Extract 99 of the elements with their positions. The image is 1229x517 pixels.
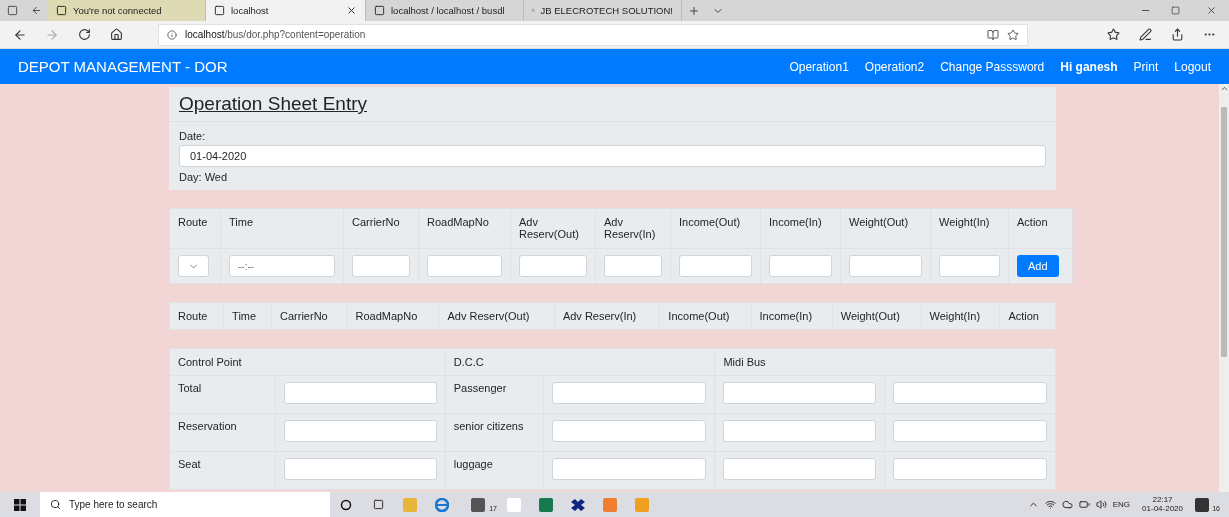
app-icon[interactable] [539, 497, 553, 512]
column-header: Adv Reserv(In) [595, 208, 671, 249]
column-header: D.C.C [445, 348, 715, 376]
column-header: Adv Reserv(In) [554, 302, 660, 330]
tab-preview-icon[interactable] [6, 5, 18, 16]
row-label: luggage [445, 451, 544, 490]
star-icon[interactable] [1007, 28, 1019, 41]
nav-link[interactable]: Logout [1174, 59, 1211, 74]
clock[interactable]: 22:17 01-04-2020 [1142, 495, 1183, 514]
browser-tab[interactable]: localhost [206, 0, 366, 21]
column-header: Midi Bus [714, 348, 1056, 376]
column-header: Adv Reserv(Out) [438, 302, 555, 330]
input-field[interactable] [551, 382, 707, 404]
column-header: Time [223, 302, 272, 330]
row-label: Seat [169, 451, 276, 490]
input-field[interactable] [723, 458, 877, 480]
nav-link[interactable]: Print [1133, 59, 1159, 74]
circle-icon[interactable] [340, 498, 352, 511]
column-header: Weight(Out) [832, 302, 922, 330]
dropbox-icon[interactable] [571, 498, 585, 511]
user-greeting[interactable]: Hi ganesh [1060, 59, 1118, 74]
home-icon[interactable] [109, 28, 123, 41]
row-label: Reservation [169, 413, 276, 452]
date-field[interactable]: 01-04-2020 [179, 145, 1046, 167]
language-indicator[interactable]: ENG [1112, 500, 1131, 509]
scroll-up-icon[interactable] [1219, 84, 1229, 93]
input-field[interactable] [283, 382, 437, 404]
day-text: Day: Wed [179, 171, 229, 183]
input-field[interactable] [352, 255, 410, 277]
column-header: Action [1008, 208, 1073, 249]
refresh-icon[interactable] [77, 28, 91, 41]
column-header: CarrierNo [343, 208, 419, 249]
column-header: Time [220, 208, 344, 249]
input-field[interactable] [283, 458, 437, 480]
input-field[interactable] [893, 382, 1047, 404]
column-header: Weight(Out) [840, 208, 931, 249]
scrollbar[interactable] [1219, 84, 1229, 492]
column-header: Adv Reserv(Out) [510, 208, 596, 249]
row-label: Passenger [445, 375, 544, 414]
input-field[interactable] [723, 382, 877, 404]
add-button[interactable]: Add [1017, 255, 1059, 277]
reading-view-icon[interactable] [987, 28, 999, 41]
input-field[interactable] [849, 255, 922, 277]
app-icon[interactable] [603, 497, 617, 512]
input-field[interactable] [551, 458, 707, 480]
brand-title: DEPOT MANAGEMENT - DOR [18, 58, 229, 75]
input-field[interactable] [283, 420, 437, 442]
new-tab-icon[interactable] [688, 4, 700, 17]
back-icon[interactable] [13, 27, 27, 42]
info-icon [167, 29, 177, 40]
nav-link[interactable]: Operation1 [789, 59, 849, 74]
input-field[interactable] [769, 255, 832, 277]
forward-icon[interactable] [45, 27, 59, 42]
share-icon[interactable] [1170, 28, 1184, 41]
nav-link[interactable]: Operation2 [864, 59, 925, 74]
input-field[interactable] [604, 255, 662, 277]
column-header: Route [169, 208, 221, 249]
network-icon[interactable] [1044, 499, 1056, 510]
column-header: Income(In) [760, 208, 841, 249]
windows-logo-icon[interactable] [14, 498, 26, 511]
column-header: Income(Out) [659, 302, 752, 330]
column-header: Weight(In) [930, 208, 1009, 249]
close-icon[interactable] [346, 5, 357, 16]
column-header: CarrierNo [271, 302, 347, 330]
volume-icon[interactable] [1095, 499, 1107, 510]
column-header: Route [169, 302, 224, 330]
row-label: Total [169, 375, 276, 414]
row-label: senior citizens [445, 413, 544, 452]
favorites-icon[interactable] [1106, 28, 1120, 41]
column-header: RoadMapNo [347, 302, 439, 330]
column-header: RoadMapNo [418, 208, 511, 249]
input-field[interactable] [519, 255, 587, 277]
input-field[interactable] [939, 255, 1000, 277]
address-field[interactable]: localhost/bus/dor.php?content=operation [158, 23, 1028, 46]
task-view-icon[interactable] [372, 499, 384, 510]
column-header: Control Point [169, 348, 446, 376]
browser-e-icon[interactable] [435, 497, 449, 512]
input-field[interactable] [723, 420, 877, 442]
input-field[interactable] [551, 420, 707, 442]
column-header: Income(Out) [670, 208, 761, 249]
close-icon[interactable] [1205, 5, 1217, 16]
pen-icon[interactable] [1138, 28, 1152, 41]
time-field[interactable]: --:-- [229, 255, 335, 277]
date-label: Date: [179, 130, 207, 142]
column-header: Income(In) [751, 302, 833, 330]
taskbar-search-field[interactable]: Type here to search [40, 492, 330, 517]
cloud-icon[interactable] [1061, 499, 1073, 510]
input-field[interactable] [893, 420, 1047, 442]
search-icon [50, 499, 61, 510]
nav-link[interactable]: Change Passsword [940, 59, 1045, 74]
battery-icon[interactable] [1078, 499, 1090, 510]
page-title: Operation Sheet Entry [179, 93, 368, 115]
column-header: Action [999, 302, 1056, 330]
input-field[interactable] [679, 255, 752, 277]
input-field[interactable] [427, 255, 502, 277]
browser-tab[interactable]: You're not connected [48, 0, 206, 21]
maximize-icon[interactable] [1170, 6, 1180, 15]
column-header: Weight(In) [921, 302, 1000, 330]
input-field[interactable] [893, 458, 1047, 480]
